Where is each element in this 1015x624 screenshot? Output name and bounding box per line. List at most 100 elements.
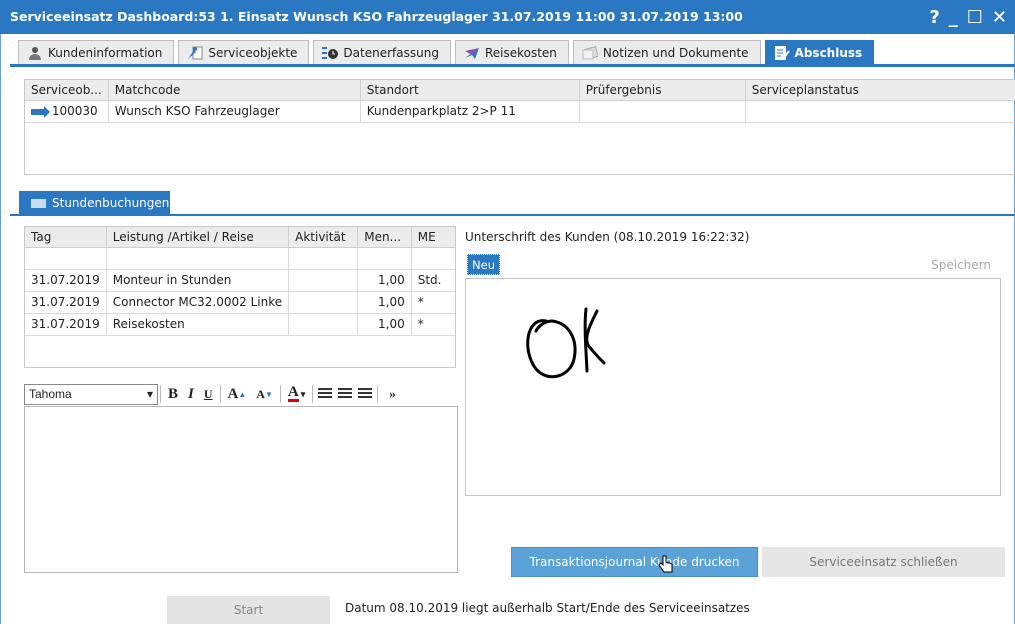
hand-cursor-icon [658, 555, 673, 573]
align-right-icon[interactable] [358, 388, 373, 400]
table-cell: Reisekosten [106, 313, 290, 336]
tab-label: Kundeninformation [48, 45, 163, 60]
toolbar-separator [377, 385, 379, 403]
table-cell: Monteur in Stunden [106, 269, 290, 292]
column-header[interactable]: Men... [357, 227, 412, 248]
tab-label: Stundenbuchungen [52, 196, 170, 210]
tab-label: Reisekosten [484, 45, 557, 60]
rich-text-editor[interactable] [24, 406, 458, 573]
column-header[interactable]: Serviceob... [25, 80, 109, 101]
tab-label: Datenerfassung [343, 45, 439, 60]
user-icon [29, 46, 41, 60]
table-cell: 100030 [25, 100, 109, 123]
column-header[interactable]: Matchcode [108, 80, 361, 101]
table-cell: Kundenparkplatz 2>P 11 [360, 100, 580, 123]
window-icon [31, 198, 46, 208]
print-journal-button[interactable]: Transaktionsjournal Kunde drucken [511, 547, 758, 577]
table-row[interactable] [25, 247, 455, 270]
tab-label: Abschluss [794, 45, 863, 60]
tab-notizen-und-dokumente[interactable]: Notizen und Dokumente [572, 40, 761, 65]
tab-datenerfassung[interactable]: Datenerfassung [313, 40, 451, 65]
underline-button[interactable]: U [199, 384, 218, 404]
wrench-icon [188, 46, 203, 59]
tab-stundenbuchungen[interactable]: Stundenbuchungen [19, 191, 170, 215]
table-row[interactable]: 100030 Wunsch KSO Fahrzeuglager Kundenpa… [25, 100, 1015, 123]
minimize-button[interactable]: _ [949, 7, 958, 28]
table-row[interactable]: 31.07.2019 Monteur in Stunden 1,00 Std. [25, 269, 455, 292]
window-controls: ? _ ☐ ✕ [929, 0, 1007, 34]
table-cell [288, 313, 359, 336]
maximize-button[interactable]: ☐ [967, 7, 983, 28]
table-cell [288, 247, 359, 270]
table-cell: 31.07.2019 [25, 269, 107, 292]
font-select[interactable]: Tahoma ▾ [24, 383, 158, 405]
notes-icon [582, 45, 598, 60]
bookings-grid: Tag Leistung /Artikel / Reise Aktivität … [24, 226, 456, 368]
help-button[interactable]: ? [929, 7, 939, 28]
column-header[interactable]: Prüfergebnis [579, 80, 746, 101]
table-row[interactable]: 31.07.2019 Connector MC32.0002 Linke 1,0… [25, 291, 455, 314]
close-service-button[interactable]: Serviceeinsatz schließen [762, 547, 1005, 577]
table-cell: 1,00 [357, 291, 412, 314]
subtab-underline [10, 214, 1015, 216]
toolbar-separator [279, 385, 281, 403]
column-header[interactable]: Serviceplanstatus [745, 80, 1015, 101]
table-cell [25, 247, 107, 270]
service-objects-grid: Serviceob... Matchcode Standort Prüferge… [24, 79, 1015, 175]
cell-text: 100030 [51, 104, 98, 118]
close-button[interactable]: ✕ [992, 7, 1007, 28]
table-header-row: Tag Leistung /Artikel / Reise Aktivität … [25, 227, 455, 248]
tab-serviceobjekte[interactable]: Serviceobjekte [178, 40, 310, 65]
table-cell [411, 247, 455, 270]
main-tabs: Kundeninformation Serviceobjekte Datener… [18, 40, 875, 65]
window-title: Serviceeinsatz Dashboard:53 1. Einsatz W… [10, 9, 743, 24]
table-cell: 31.07.2019 [25, 313, 107, 336]
shrink-font-button[interactable]: A ▼ [251, 384, 278, 404]
bold-button[interactable]: B [163, 384, 183, 404]
table-cell: * [411, 291, 455, 314]
editor-toolbar: Tahoma ▾ B I U A ▲ A ▼ A ▾ » [24, 382, 458, 406]
table-header-row: Serviceob... Matchcode Standort Prüferge… [25, 80, 1015, 101]
column-header[interactable]: Tag [25, 227, 107, 248]
checklist-icon [774, 45, 790, 60]
tab-abschluss[interactable]: Abschluss [764, 40, 875, 65]
tab-underline [10, 64, 1015, 67]
dropdown-arrow-icon: ▾ [146, 387, 153, 401]
table-row[interactable]: 31.07.2019 Reisekosten 1,00 * [25, 313, 455, 336]
align-left-icon[interactable] [318, 388, 333, 400]
start-button[interactable]: Start [167, 596, 330, 624]
toolbar-separator [312, 385, 314, 403]
table-cell: * [411, 313, 455, 336]
arrow-right-icon [31, 105, 50, 118]
column-header[interactable]: Aktivität [288, 227, 359, 248]
table-cell: 31.07.2019 [25, 291, 107, 314]
font-color-button[interactable]: A ▾ [283, 384, 310, 404]
column-header[interactable]: Standort [360, 80, 580, 101]
table-cell: 1,00 [357, 269, 412, 292]
more-tools-button[interactable]: » [384, 384, 401, 404]
new-signature-button[interactable]: Neu [467, 254, 500, 275]
align-center-icon[interactable] [338, 388, 353, 400]
table-cell [288, 269, 359, 292]
column-header[interactable]: Leistung /Artikel / Reise [106, 227, 290, 248]
tab-label: Notizen und Dokumente [602, 45, 749, 60]
signature-canvas[interactable] [465, 278, 1001, 496]
window-titlebar: Serviceeinsatz Dashboard:53 1. Einsatz W… [0, 0, 1015, 34]
table-cell: Connector MC32.0002 Linke [106, 291, 290, 314]
table-cell: 1,00 [357, 313, 412, 336]
column-header[interactable]: ME [411, 227, 455, 248]
status-message: Datum 08.10.2019 liegt außerhalb Start/E… [345, 601, 750, 615]
save-signature-button[interactable]: Speichern [931, 258, 991, 272]
tab-label: Serviceobjekte [208, 45, 298, 60]
table-cell [579, 100, 746, 123]
italic-button[interactable]: I [183, 384, 199, 404]
table-cell: Std. [411, 269, 455, 292]
toolbar-separator [160, 385, 161, 403]
table-cell: Wunsch KSO Fahrzeuglager [108, 100, 361, 123]
plane-icon [464, 47, 479, 59]
tab-reisekosten[interactable]: Reisekosten [454, 40, 569, 65]
tab-kundeninformation[interactable]: Kundeninformation [18, 40, 175, 65]
toolbar-separator [219, 385, 221, 403]
table-cell [106, 247, 290, 270]
grow-font-button[interactable]: A ▲ [223, 384, 252, 404]
